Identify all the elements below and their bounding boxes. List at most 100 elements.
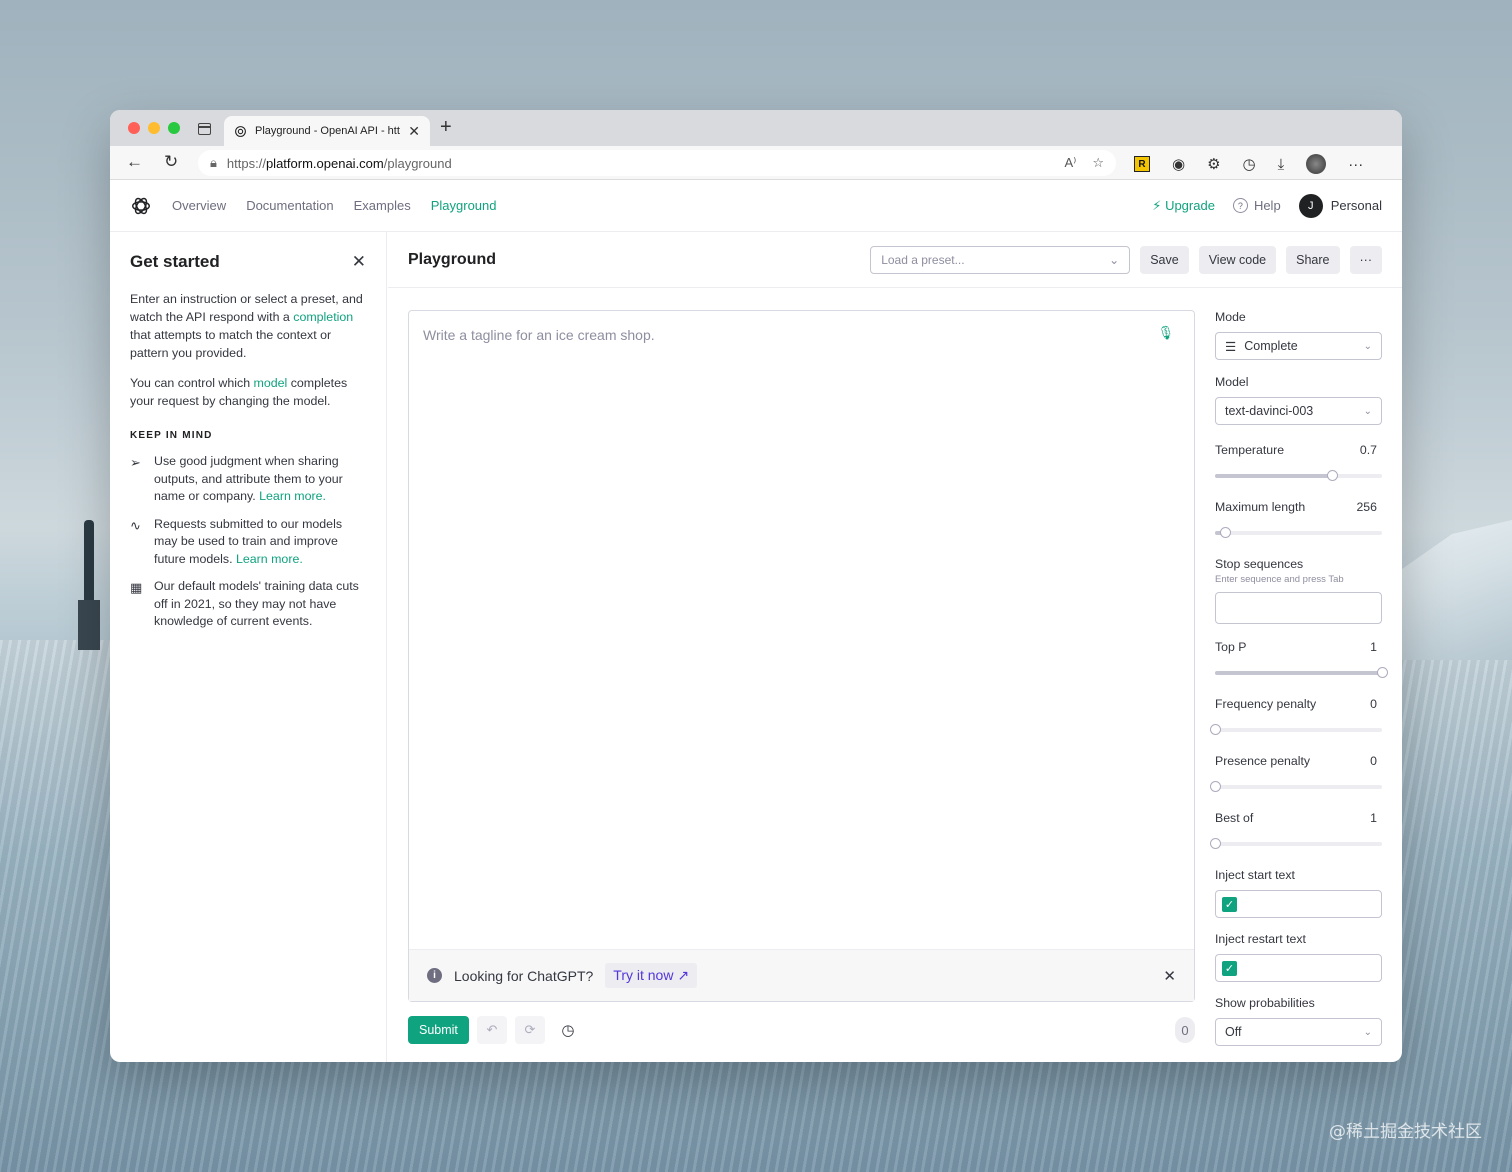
slider-handle[interactable] (1210, 838, 1221, 849)
slider-handle[interactable] (1210, 724, 1221, 735)
nav-overview[interactable]: Overview (172, 198, 226, 213)
nav-documentation[interactable]: Documentation (246, 198, 333, 213)
tab-sidebar-icon[interactable] (198, 123, 211, 135)
minimize-window-button[interactable] (148, 122, 160, 134)
frequency-penalty-slider[interactable] (1210, 724, 1382, 735)
preset-select[interactable]: Load a preset... ⌄ (870, 245, 1131, 274)
openai-logo-icon[interactable] (130, 195, 152, 217)
regenerate-icon[interactable]: ⟳ (514, 1016, 545, 1044)
maximize-window-button[interactable] (168, 122, 180, 134)
show-probabilities-label: Show probabilities (1215, 996, 1315, 1010)
browser-tab[interactable]: Playground - OpenAI API - https://platfo… (224, 116, 430, 146)
activity-icon: ∿ (130, 517, 141, 533)
tab-close-icon[interactable]: ✕ (408, 123, 420, 140)
background-pole (78, 520, 100, 650)
slider-handle[interactable] (1326, 470, 1338, 481)
stop-sequences-label: Stop sequences (1215, 557, 1304, 571)
chevron-down-icon: ⌄ (1109, 252, 1120, 267)
close-window-button[interactable] (128, 122, 140, 134)
slider-handle[interactable] (1220, 527, 1232, 538)
model-select[interactable]: text-davinci-003 ⌄ (1215, 397, 1382, 425)
nav-playground[interactable]: Playground (431, 198, 497, 213)
nav-examples[interactable]: Examples (354, 198, 411, 213)
temperature-slider[interactable] (1215, 470, 1382, 481)
lock-icon: 🔒︎ (210, 155, 217, 170)
address-toolbar: ← ↻ 🔒︎ https://platform.openai.com/playg… (110, 146, 1402, 180)
top-p-slider[interactable] (1215, 667, 1388, 678)
sidebar-model-text: You can control which model completes yo… (130, 376, 348, 408)
download-icon[interactable]: ⤓ (1278, 156, 1285, 173)
temperature-label: Temperature 0.7 (1215, 443, 1377, 457)
upgrade-link[interactable]: ⚡︎ Upgrade (1152, 198, 1215, 214)
learn-more-link[interactable]: Learn more. (236, 552, 303, 566)
view-code-button[interactable]: View code (1198, 245, 1277, 274)
max-length-slider[interactable] (1215, 527, 1382, 538)
extensions: R ◉ ⚙ ◷ ⤓ ··· (1134, 154, 1363, 174)
header-actions: ⚡︎ Upgrade ? Help J Personal (1152, 193, 1382, 218)
inject-start-label: Inject start text (1215, 868, 1295, 882)
submit-button[interactable]: Submit (408, 1016, 469, 1044)
stop-sequences-input[interactable] (1215, 592, 1382, 624)
get-started-sidebar: Get started ✕ Enter an instruction or se… (110, 232, 387, 1062)
inject-restart-field[interactable]: ✓ (1215, 954, 1382, 982)
completion-link[interactable]: completion (293, 310, 353, 324)
sidebar-intro: Enter an instruction or select a preset,… (130, 292, 363, 360)
window-controls (128, 122, 180, 134)
extension-shield-icon[interactable]: ◉ (1172, 155, 1185, 173)
slider-handle[interactable] (1377, 667, 1388, 678)
editor-placeholder: Write a tagline for an ice cream shop. (423, 327, 655, 343)
inject-start-checkbox[interactable]: ✓ (1222, 896, 1237, 912)
extension-r-icon[interactable]: R (1134, 156, 1150, 172)
share-button[interactable]: Share (1286, 245, 1340, 274)
undo-icon[interactable]: ↶ (476, 1016, 507, 1044)
help-link[interactable]: ? Help (1232, 198, 1281, 213)
more-options-button[interactable]: ··· (1349, 245, 1382, 274)
mode-select[interactable]: ☰ Complete ⌄ (1215, 332, 1382, 360)
prompt-editor[interactable]: Write a tagline for an ice cream shop. 🎙… (408, 310, 1195, 1002)
editor-actions: Submit ↶ ⟳ ◷ 0 (408, 1016, 1195, 1044)
best-of-label: Best of 1 (1215, 811, 1377, 825)
mode-label: Mode (1215, 310, 1246, 324)
sidebar-title: Get started (130, 252, 220, 271)
list-icon: ☰ (1225, 339, 1237, 354)
learn-more-link[interactable]: Learn more. (259, 489, 326, 503)
slider-handle[interactable] (1210, 781, 1221, 792)
profile-avatar-icon[interactable] (1306, 154, 1327, 174)
presence-penalty-slider[interactable] (1210, 781, 1382, 792)
model-link[interactable]: model (254, 376, 288, 390)
tab-title: Playground - OpenAI API - https://platfo… (255, 125, 400, 137)
page-title: Playground (408, 250, 497, 268)
chatgpt-banner: i Looking for ChatGPT? Try it now ↗ ✕ (409, 949, 1194, 1001)
url-bar[interactable]: 🔒︎ https://platform.openai.com/playgroun… (198, 150, 1116, 176)
favorite-star-icon[interactable]: ☆ (1092, 155, 1104, 171)
reload-icon[interactable]: ↻ (164, 152, 178, 172)
external-link-icon: ↗ (677, 967, 690, 983)
app-header: Overview Documentation Examples Playgrou… (110, 180, 1402, 232)
history-icon[interactable]: ◷ (553, 1016, 583, 1044)
sidebar-close-icon[interactable]: ✕ (352, 252, 366, 272)
frequency-penalty-label: Frequency penalty 0 (1215, 697, 1377, 711)
try-it-now-link[interactable]: Try it now ↗ (605, 963, 698, 988)
new-tab-icon[interactable]: + (440, 116, 452, 139)
watermark: @稀土掘金技术社区 (1329, 1122, 1482, 1142)
read-aloud-icon[interactable]: A⁾ (1064, 155, 1076, 171)
inject-restart-checkbox[interactable]: ✓ (1222, 960, 1237, 976)
banner-close-icon[interactable]: ✕ (1163, 967, 1176, 985)
playground-main: Playground Load a preset... ⌄ Save View c… (388, 232, 1402, 1062)
show-probabilities-select[interactable]: Off ⌄ (1215, 1018, 1382, 1046)
browser-menu-icon[interactable]: ··· (1348, 156, 1363, 173)
back-icon[interactable]: ← (126, 152, 143, 172)
inject-start-field[interactable]: ✓ (1215, 890, 1382, 918)
top-p-label: Top P1 (1215, 640, 1377, 654)
titlebar: Playground - OpenAI API - https://platfo… (110, 110, 1402, 146)
account-menu[interactable]: J Personal (1298, 193, 1382, 218)
history-icon[interactable]: ◷ (1243, 155, 1256, 173)
help-icon: ? (1232, 198, 1248, 213)
keep-in-mind-heading: KEEP IN MIND (130, 430, 213, 441)
chevron-down-icon: ⌄ (1363, 405, 1372, 417)
best-of-slider[interactable] (1210, 838, 1382, 849)
extensions-puzzle-icon[interactable]: ⚙ (1207, 155, 1220, 173)
inject-restart-label: Inject restart text (1215, 932, 1306, 946)
microphone-icon[interactable]: 🎙︎ (1157, 325, 1174, 341)
save-button[interactable]: Save (1140, 245, 1189, 274)
